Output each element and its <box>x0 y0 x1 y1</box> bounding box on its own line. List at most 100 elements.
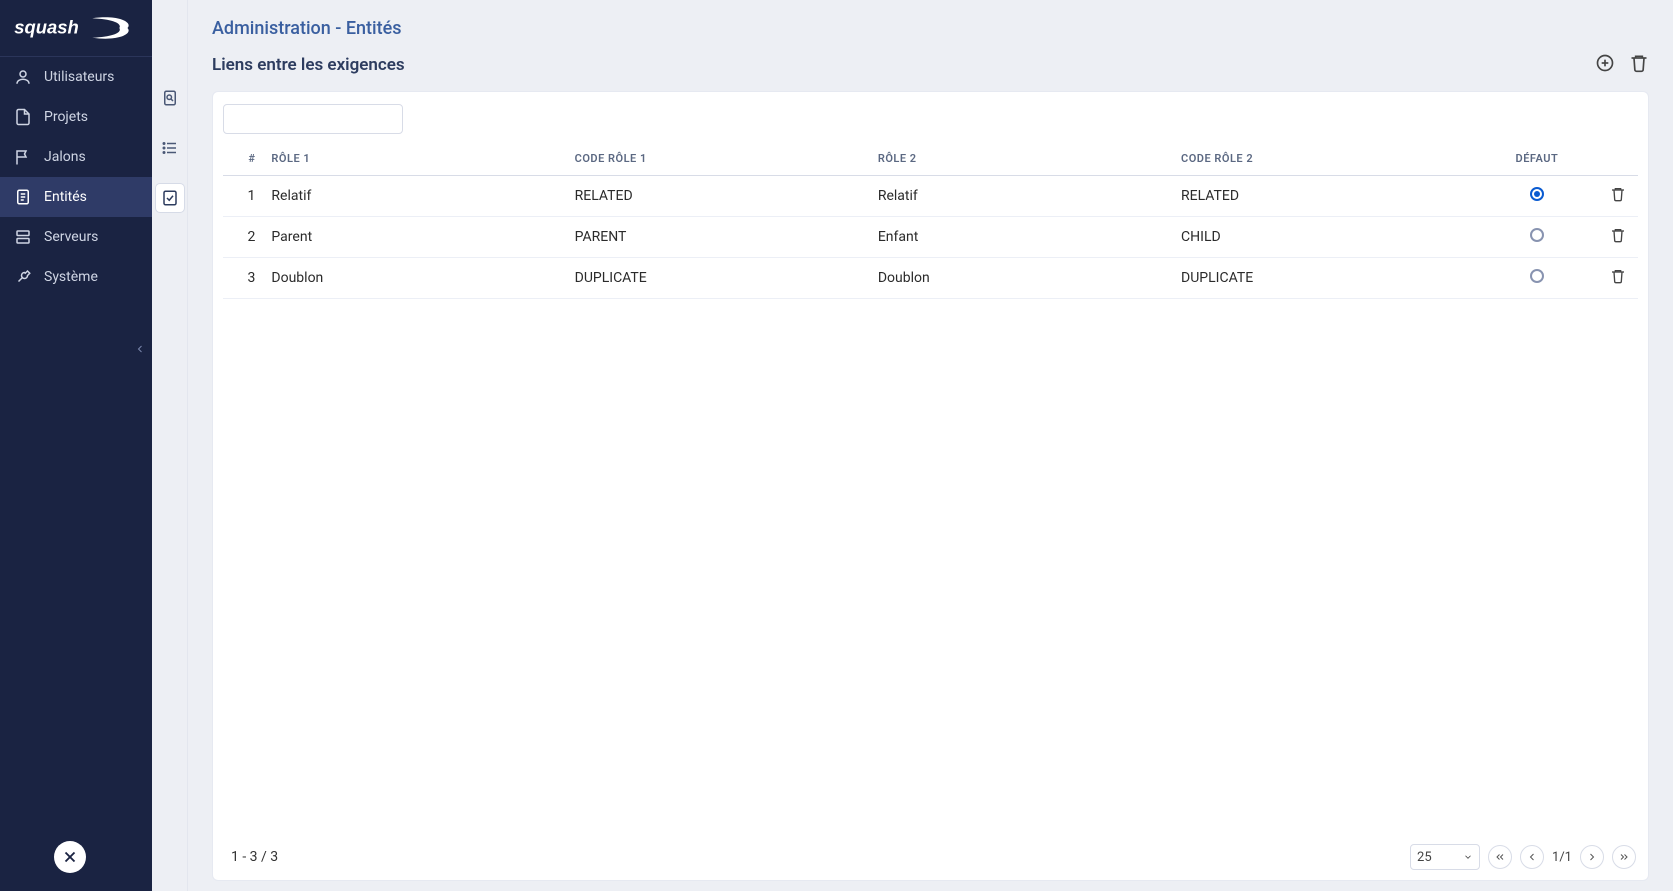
checklist-icon <box>161 189 179 207</box>
panel-body: # RÔLE 1 CODE RÔLE 1 RÔLE 2 CODE RÔLE 2 … <box>223 104 1638 838</box>
cell-index: 1 <box>223 176 263 217</box>
link-types-table: # RÔLE 1 CODE RÔLE 1 RÔLE 2 CODE RÔLE 2 … <box>223 142 1638 299</box>
flag-icon <box>14 148 32 166</box>
chevron-right-icon <box>1586 851 1598 863</box>
panel-footer: 1 - 3 / 3 25 1/1 <box>223 838 1638 870</box>
default-radio[interactable] <box>1530 228 1544 242</box>
cell-role2: Doublon <box>870 258 1173 299</box>
sidebar-item-label: Utilisateurs <box>44 69 114 85</box>
table-header-row: # RÔLE 1 CODE RÔLE 1 RÔLE 2 CODE RÔLE 2 … <box>223 142 1638 176</box>
page-size-select[interactable]: 25 <box>1410 844 1480 870</box>
col-index[interactable]: # <box>223 142 263 176</box>
chevron-double-left-icon <box>1494 851 1506 863</box>
cell-role1: Doublon <box>263 258 566 299</box>
cell-code-role1: PARENT <box>567 217 870 258</box>
trash-icon <box>1610 227 1626 243</box>
chevron-left-icon <box>134 343 146 355</box>
sidebar-close-button[interactable] <box>54 841 86 873</box>
cell-role2: Enfant <box>870 217 1173 258</box>
user-icon <box>14 68 32 86</box>
search-box[interactable] <box>223 104 403 134</box>
col-role2[interactable]: RÔLE 2 <box>870 142 1173 176</box>
table-row[interactable]: 2ParentPARENTEnfantCHILD <box>223 217 1638 258</box>
row-delete-button[interactable] <box>1610 268 1626 284</box>
cell-index: 3 <box>223 258 263 299</box>
row-delete-button[interactable] <box>1610 186 1626 202</box>
cell-default <box>1476 258 1597 299</box>
table-row[interactable]: 3DoublonDUPLICATEDoublonDUPLICATE <box>223 258 1638 299</box>
trash-icon <box>1629 53 1649 73</box>
list-icon <box>161 139 179 157</box>
delete-button[interactable] <box>1629 53 1649 77</box>
file-icon <box>14 108 32 126</box>
cell-code-role1: RELATED <box>567 176 870 217</box>
subnav <box>152 0 188 891</box>
panel: # RÔLE 1 CODE RÔLE 1 RÔLE 2 CODE RÔLE 2 … <box>212 91 1649 881</box>
sidebar-item-label: Entités <box>44 189 87 205</box>
svg-text:squash: squash <box>14 16 78 37</box>
cell-code-role2: RELATED <box>1173 176 1476 217</box>
sidebar-item-users[interactable]: Utilisateurs <box>0 57 152 97</box>
col-code-role1[interactable]: CODE RÔLE 1 <box>567 142 870 176</box>
row-delete-button[interactable] <box>1610 227 1626 243</box>
cell-actions <box>1598 258 1638 299</box>
sidebar-item-milestones[interactable]: Jalons <box>0 137 152 177</box>
cell-index: 2 <box>223 217 263 258</box>
cell-actions <box>1598 176 1638 217</box>
chevron-left-icon <box>1526 851 1538 863</box>
subnav-checklist[interactable] <box>156 184 184 212</box>
title-actions <box>1595 53 1649 77</box>
cell-role1: Parent <box>263 217 566 258</box>
pager-next[interactable] <box>1580 845 1604 869</box>
chevron-double-right-icon <box>1618 851 1630 863</box>
range-text: 1 - 3 / 3 <box>231 849 278 865</box>
pager-last[interactable] <box>1612 845 1636 869</box>
sidebar-item-label: Jalons <box>44 149 86 165</box>
subtitle-bar: Liens entre les exigences <box>212 53 1649 77</box>
cell-default <box>1476 176 1597 217</box>
sidebar-item-label: Système <box>44 269 98 285</box>
cell-role1: Relatif <box>263 176 566 217</box>
pager: 25 1/1 <box>1410 844 1636 870</box>
trash-icon <box>1610 186 1626 202</box>
sidebar-item-servers[interactable]: Serveurs <box>0 217 152 257</box>
breadcrumb: Administration - Entités <box>212 18 1649 39</box>
cell-actions <box>1598 217 1638 258</box>
plus-circle-icon <box>1595 53 1615 73</box>
table-row[interactable]: 1RelatifRELATEDRelatifRELATED <box>223 176 1638 217</box>
sidebar-item-system[interactable]: Système <box>0 257 152 297</box>
sidebar-item-entities[interactable]: Entités <box>0 177 152 217</box>
sidebar-item-label: Serveurs <box>44 229 98 245</box>
chevron-down-icon <box>1463 852 1473 862</box>
clipboard-icon <box>14 188 32 206</box>
default-radio[interactable] <box>1530 187 1544 201</box>
trash-icon <box>1610 268 1626 284</box>
col-default[interactable]: DÉFAUT <box>1476 142 1597 176</box>
server-icon <box>14 228 32 246</box>
subnav-list[interactable] <box>156 134 184 162</box>
cell-role2: Relatif <box>870 176 1173 217</box>
close-icon <box>61 848 79 866</box>
wrench-icon <box>14 268 32 286</box>
default-radio[interactable] <box>1530 269 1544 283</box>
cell-code-role1: DUPLICATE <box>567 258 870 299</box>
sidebar-items: Utilisateurs Projets Jalons Entités Serv… <box>0 57 152 841</box>
col-actions <box>1598 142 1638 176</box>
sidebar-item-label: Projets <box>44 109 88 125</box>
page-size-value: 25 <box>1417 850 1432 865</box>
pager-first[interactable] <box>1488 845 1512 869</box>
sidebar-collapse-button[interactable] <box>134 340 146 359</box>
cell-code-role2: CHILD <box>1173 217 1476 258</box>
col-role1[interactable]: RÔLE 1 <box>263 142 566 176</box>
subnav-search[interactable] <box>156 84 184 112</box>
col-code-role2[interactable]: CODE RÔLE 2 <box>1173 142 1476 176</box>
page-indicator: 1/1 <box>1552 850 1572 865</box>
pager-prev[interactable] <box>1520 845 1544 869</box>
search-input[interactable] <box>232 112 408 127</box>
search-doc-icon <box>161 89 179 107</box>
add-button[interactable] <box>1595 53 1615 77</box>
cell-code-role2: DUPLICATE <box>1173 258 1476 299</box>
sidebar-item-projects[interactable]: Projets <box>0 97 152 137</box>
main: Administration - Entités Liens entre les… <box>188 0 1673 891</box>
sidebar: squash Utilisateurs Projets Jalons Entit… <box>0 0 152 891</box>
